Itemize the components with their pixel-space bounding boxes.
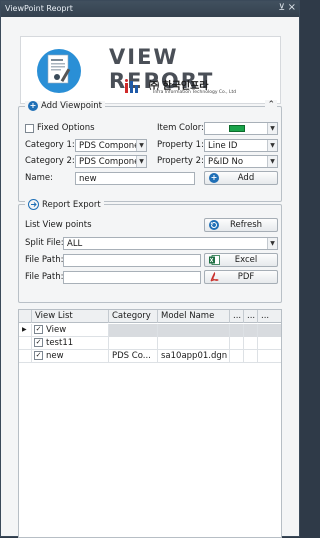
company-logo-icon (125, 79, 138, 93)
extra-cell[interactable] (244, 337, 258, 350)
view-list-cell[interactable]: ✓ new (32, 350, 109, 363)
category2-select[interactable]: PDS Component ▼ (75, 155, 147, 168)
add-viewpoint-group: + Add Viewpoint ⌃ Fixed Options Item Col… (18, 100, 282, 202)
property1-value: Line ID (208, 141, 238, 151)
item-color-select[interactable]: ▼ (204, 122, 278, 135)
property1-select[interactable]: Line ID ▼ (204, 139, 278, 152)
property2-value: P&ID No (208, 157, 244, 167)
add-viewpoint-header: + Add Viewpoint (25, 101, 106, 111)
property2-select[interactable]: P&ID No ▼ (204, 155, 278, 168)
name-label: Name: (25, 173, 53, 183)
collapse-chevron-icon[interactable]: ⌃ (265, 100, 277, 110)
close-icon[interactable]: × (288, 2, 296, 13)
row-indicator-cell (19, 350, 32, 363)
row-indicator-header (19, 310, 32, 323)
property2-label: Property 2: (157, 156, 204, 166)
file-path-label-pdf: File Path: (25, 272, 64, 282)
category2-label: Category 2: (25, 156, 75, 166)
pin-icon[interactable]: ⊻ (278, 3, 285, 13)
add-button-label: Add (237, 173, 255, 183)
add-button[interactable]: + Add (204, 171, 278, 185)
viewpoint-report-window: ViewPoint Reoprt ⊻ × VIEW REPORT ㈜ 한국인프라… (0, 0, 300, 538)
column-header-view-list[interactable]: View List (32, 310, 109, 323)
report-export-group: Report Export List View points Refresh S… (18, 199, 282, 303)
row-checkbox[interactable]: ✓ (34, 338, 43, 347)
fixed-options-label: Fixed Options (37, 123, 95, 133)
logo-banner: VIEW REPORT ㈜ 한국인프라 Infra Information Te… (20, 36, 281, 104)
row-checkbox[interactable]: ✓ (34, 325, 43, 334)
model-name-cell[interactable] (158, 324, 230, 337)
view-list-cell[interactable]: ✓ test11 (32, 337, 109, 350)
refresh-button[interactable]: Refresh (204, 218, 278, 232)
model-name-cell[interactable] (158, 337, 230, 350)
chevron-down-icon: ▼ (136, 156, 146, 167)
chevron-down-icon: ▼ (136, 140, 146, 151)
category1-label: Category 1: (25, 140, 75, 150)
column-header-model-name[interactable]: Model Name (158, 310, 230, 323)
property1-label: Property 1: (157, 140, 204, 150)
extra-cell[interactable] (244, 350, 258, 363)
list-viewpoints-label: List View points (25, 220, 92, 230)
extra-cell[interactable] (230, 337, 244, 350)
refresh-button-label: Refresh (229, 220, 263, 230)
category-cell[interactable] (109, 324, 158, 337)
name-input[interactable]: new (75, 172, 195, 185)
chevron-down-icon: ▼ (267, 140, 277, 151)
fixed-options-checkbox[interactable] (25, 124, 34, 133)
column-header-category[interactable]: Category (109, 310, 158, 323)
view-name: new (46, 351, 64, 361)
grid-header: View List Category Model Name ... ... ..… (19, 310, 281, 323)
company-name-english: Infra Information Technology Co., Ltd (153, 90, 237, 95)
add-circle-icon: + (28, 101, 38, 111)
split-file-value: ALL (67, 239, 83, 249)
report-document-icon (37, 49, 81, 93)
extra-cell[interactable] (230, 350, 244, 363)
extra-cell[interactable] (258, 324, 281, 337)
split-file-select[interactable]: ALL ▼ (63, 237, 278, 250)
item-color-label: Item Color: (157, 123, 204, 133)
chevron-down-icon: ▼ (267, 123, 277, 134)
column-header-more[interactable]: ... (230, 310, 244, 323)
pdf-button-label: PDF (237, 272, 255, 282)
current-row-indicator-icon: ▶ (19, 324, 32, 337)
model-name-cell[interactable]: sa10app01.dgn (158, 350, 230, 363)
name-value: new (79, 174, 97, 184)
extra-cell[interactable] (258, 350, 281, 363)
report-export-title: Report Export (42, 199, 101, 210)
excel-button-label: Excel (234, 255, 258, 265)
item-color-swatch (229, 125, 245, 132)
view-name: View (46, 325, 67, 335)
panel-body: VIEW REPORT ㈜ 한국인프라 Infra Information Te… (1, 17, 299, 538)
table-row[interactable]: ✓ new PDS Co... sa10app01.dgn (19, 350, 281, 363)
row-checkbox[interactable]: ✓ (34, 351, 43, 360)
report-export-header: Report Export (25, 199, 104, 210)
category-cell[interactable] (109, 337, 158, 350)
column-header-more[interactable]: ... (244, 310, 258, 323)
add-viewpoint-title: Add Viewpoint (41, 101, 103, 111)
view-list-cell[interactable]: ✓ View (32, 324, 109, 337)
category1-select[interactable]: PDS Component ▼ (75, 139, 147, 152)
window-title: ViewPoint Reoprt (5, 4, 73, 13)
excel-button[interactable]: Excel (204, 253, 278, 267)
excel-file-path-input[interactable] (63, 254, 201, 267)
category-cell[interactable]: PDS Co... (109, 350, 158, 363)
pdf-file-path-input[interactable] (63, 271, 201, 284)
extra-cell[interactable] (244, 324, 258, 337)
file-path-label-excel: File Path: (25, 255, 64, 265)
title-bar[interactable]: ViewPoint Reoprt ⊻ × (1, 1, 299, 17)
split-file-label: Split File: (25, 238, 64, 248)
export-icon (28, 199, 39, 210)
table-row[interactable]: ✓ test11 (19, 337, 281, 350)
extra-cell[interactable] (230, 324, 244, 337)
view-name: test11 (46, 338, 74, 348)
pdf-button[interactable]: PDF (204, 270, 278, 284)
viewpoint-grid[interactable]: View List Category Model Name ... ... ..… (18, 309, 282, 538)
chevron-down-icon: ▼ (267, 156, 277, 167)
extra-cell[interactable] (258, 337, 281, 350)
column-header-more[interactable]: ... (258, 310, 281, 323)
table-row[interactable]: ▶ ✓ View (19, 324, 281, 337)
row-indicator-cell (19, 337, 32, 350)
chevron-down-icon: ▼ (267, 238, 277, 249)
